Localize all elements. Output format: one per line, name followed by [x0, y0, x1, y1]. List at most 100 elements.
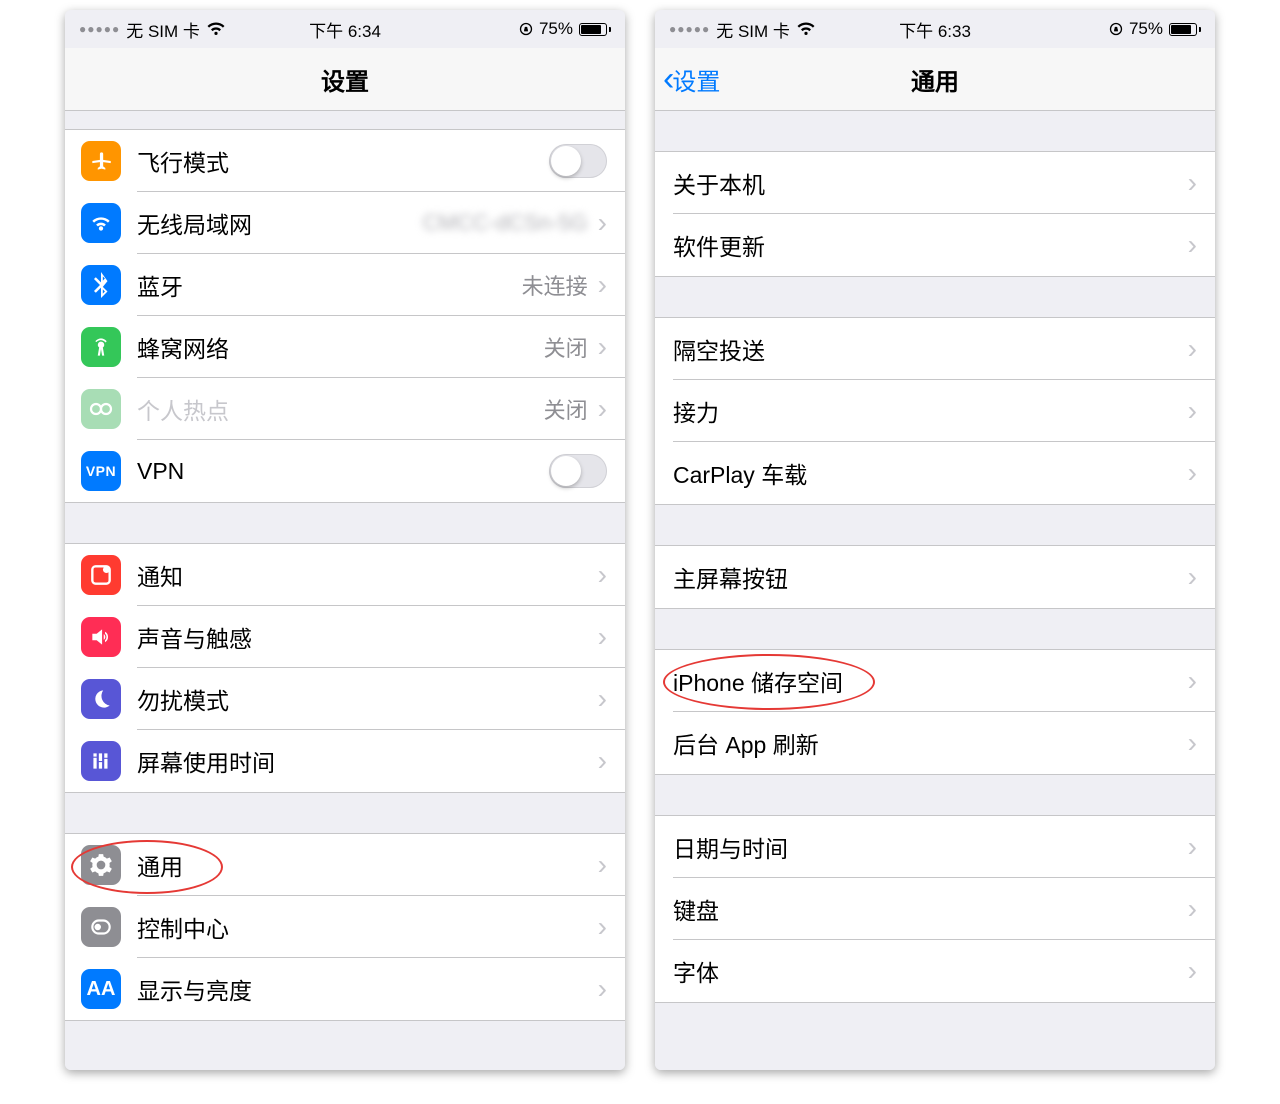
airdrop-row[interactable]: 隔空投送 › [655, 318, 1215, 380]
iphone-storage-label: iPhone 储存空间 [673, 664, 1182, 698]
chevron-right-icon: › [598, 685, 607, 713]
cellular-row[interactable]: 蜂窝网络 关闭 › [65, 316, 625, 378]
chevron-right-icon: › [1188, 397, 1197, 425]
hotspot-row[interactable]: 个人热点 关闭 › [65, 378, 625, 440]
carplay-row[interactable]: CarPlay 车载 › [655, 442, 1215, 504]
display-label: 显示与亮度 [137, 972, 592, 1006]
notifications-row[interactable]: 通知 › [65, 544, 625, 606]
screentime-icon [81, 741, 121, 781]
hotspot-value: 关闭 [544, 393, 588, 425]
background-refresh-label: 后台 App 刷新 [673, 726, 1182, 760]
bluetooth-icon [81, 265, 121, 305]
chevron-right-icon: › [1188, 563, 1197, 591]
back-label: 设置 [672, 62, 720, 97]
bluetooth-value: 未连接 [522, 269, 588, 301]
bluetooth-label: 蓝牙 [137, 268, 522, 302]
general-label: 通用 [137, 848, 592, 882]
chevron-right-icon: › [598, 561, 607, 589]
display-icon: AA [81, 969, 121, 1009]
notifications-icon [81, 555, 121, 595]
carrier-label: 无 SIM 卡 [126, 17, 200, 42]
device-group: 通用 › 控制中心 › AA 显示与亮度 › [65, 833, 625, 1021]
settings-screen: ●●●●● 无 SIM 卡 下午 6:34 75% 设置 [65, 10, 625, 1070]
airplane-switch[interactable] [549, 144, 607, 178]
vpn-switch[interactable] [549, 454, 607, 488]
airplane-icon [81, 141, 121, 181]
dnd-label: 勿扰模式 [137, 682, 592, 716]
storage-group: iPhone 储存空间 › 后台 App 刷新 › [655, 649, 1215, 775]
chevron-right-icon: › [1188, 231, 1197, 259]
keyboard-label: 键盘 [673, 892, 1182, 926]
chevron-right-icon: › [1188, 667, 1197, 695]
chevron-right-icon: › [1188, 957, 1197, 985]
hotspot-icon [81, 389, 121, 429]
chevron-right-icon: › [1188, 335, 1197, 363]
carplay-label: CarPlay 车载 [673, 456, 1182, 490]
wifi-status-icon [206, 22, 226, 36]
date-time-label: 日期与时间 [673, 830, 1182, 864]
bluetooth-row[interactable]: 蓝牙 未连接 › [65, 254, 625, 316]
settings-list[interactable]: 飞行模式 无线局域网 CMCC-dCSn-5G › 蓝牙 未连接 › [65, 111, 625, 1070]
wifi-label: 无线局域网 [137, 206, 423, 240]
status-bar: ●●●●● 无 SIM 卡 下午 6:33 75% [655, 10, 1215, 48]
sounds-label: 声音与触感 [137, 620, 592, 654]
vpn-icon: VPN [81, 451, 121, 491]
orientation-lock-icon [519, 22, 533, 36]
battery-icon [579, 23, 611, 36]
control-center-row[interactable]: 控制中心 › [65, 896, 625, 958]
sounds-row[interactable]: 声音与触感 › [65, 606, 625, 668]
connectivity-group: 飞行模式 无线局域网 CMCC-dCSn-5G › 蓝牙 未连接 › [65, 129, 625, 503]
chevron-right-icon: › [1188, 729, 1197, 757]
chevron-right-icon: › [598, 209, 607, 237]
alerts-group: 通知 › 声音与触感 › 勿扰模式 › [65, 543, 625, 793]
chevron-right-icon: › [1188, 833, 1197, 861]
signal-dots-icon: ●●●●● [79, 22, 120, 36]
software-update-label: 软件更新 [673, 228, 1182, 262]
battery-pct-label: 75% [1129, 19, 1163, 39]
fonts-row[interactable]: 字体 › [655, 940, 1215, 1002]
vpn-label: VPN [137, 458, 549, 485]
display-row[interactable]: AA 显示与亮度 › [65, 958, 625, 1020]
background-refresh-row[interactable]: 后台 App 刷新 › [655, 712, 1215, 774]
back-button[interactable]: ‹ 设置 [663, 62, 720, 97]
wifi-row[interactable]: 无线局域网 CMCC-dCSn-5G › [65, 192, 625, 254]
chevron-right-icon: › [598, 623, 607, 651]
handoff-label: 接力 [673, 394, 1182, 428]
iphone-storage-row[interactable]: iPhone 储存空间 › [655, 650, 1215, 712]
cellular-icon [81, 327, 121, 367]
cellular-label: 蜂窝网络 [137, 330, 544, 364]
hotspot-label: 个人热点 [137, 392, 544, 426]
chevron-right-icon: › [598, 747, 607, 775]
carrier-label: 无 SIM 卡 [716, 17, 790, 42]
handoff-row[interactable]: 接力 › [655, 380, 1215, 442]
wifi-status-icon [796, 22, 816, 36]
page-title: 设置 [321, 62, 369, 97]
sounds-icon [81, 617, 121, 657]
chevron-right-icon: › [598, 851, 607, 879]
airplane-mode-row[interactable]: 飞行模式 [65, 130, 625, 192]
date-time-row[interactable]: 日期与时间 › [655, 816, 1215, 878]
dnd-icon [81, 679, 121, 719]
chevron-right-icon: › [1188, 459, 1197, 487]
about-group: 关于本机 › 软件更新 › [655, 151, 1215, 277]
nav-bar: ‹ 设置 通用 [655, 48, 1215, 111]
chevron-right-icon: › [1188, 895, 1197, 923]
about-row[interactable]: 关于本机 › [655, 152, 1215, 214]
screentime-label: 屏幕使用时间 [137, 744, 592, 778]
general-list[interactable]: 关于本机 › 软件更新 › 隔空投送 › 接力 › CarPlay 车载 [655, 111, 1215, 1070]
nav-bar: 设置 [65, 48, 625, 111]
battery-icon [1169, 23, 1201, 36]
home-button-row[interactable]: 主屏幕按钮 › [655, 546, 1215, 608]
general-icon [81, 845, 121, 885]
wifi-value: CMCC-dCSn-5G [423, 210, 588, 236]
input-group: 日期与时间 › 键盘 › 字体 › [655, 815, 1215, 1003]
dnd-row[interactable]: 勿扰模式 › [65, 668, 625, 730]
keyboard-row[interactable]: 键盘 › [655, 878, 1215, 940]
general-row[interactable]: 通用 › [65, 834, 625, 896]
screentime-row[interactable]: 屏幕使用时间 › [65, 730, 625, 792]
vpn-row[interactable]: VPN VPN [65, 440, 625, 502]
chevron-right-icon: › [598, 913, 607, 941]
chevron-right-icon: › [1188, 169, 1197, 197]
software-update-row[interactable]: 软件更新 › [655, 214, 1215, 276]
home-button-label: 主屏幕按钮 [673, 560, 1182, 594]
